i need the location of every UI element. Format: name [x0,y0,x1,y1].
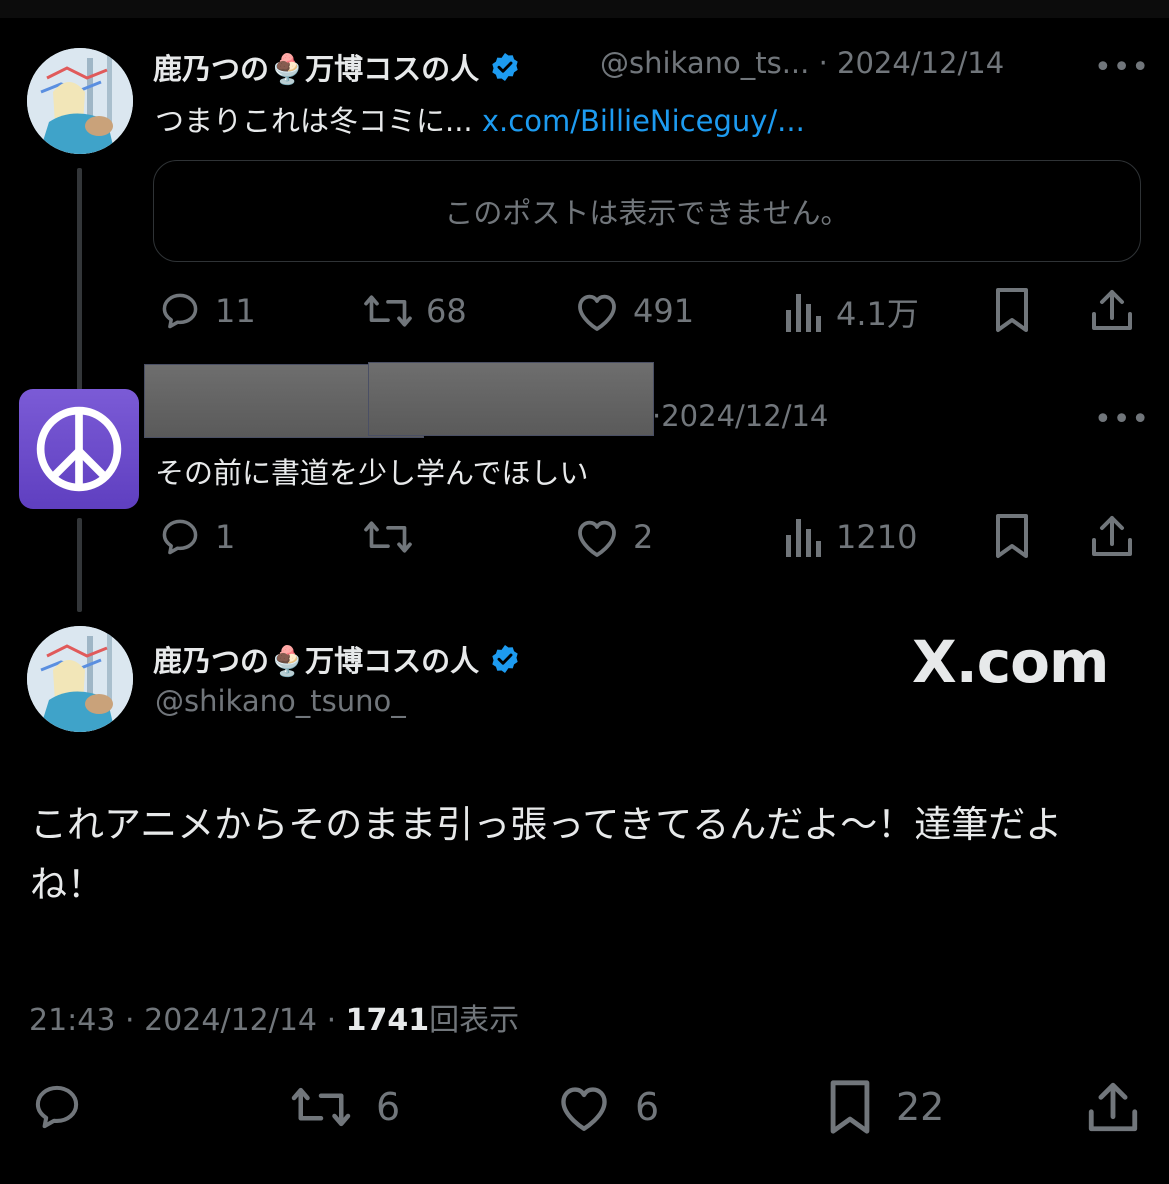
main-tweet-text-line1: これアニメからそのまま引っ張ってきてるんだよ～！達筆だよ [30,803,1063,846]
quote-unavailable-card[interactable]: このポストは表示できません。 [153,160,1141,262]
main-reply-button[interactable] [28,1080,86,1134]
reply-icon [162,293,198,329]
share-icon [1088,1082,1138,1132]
tweet1-like-button[interactable]: 491 [573,289,694,333]
tweet2-separator: · [652,399,662,433]
tweet1-retweet-count: 68 [426,292,467,330]
tweet1-display-name-text: 鹿乃つの🍨万博コスの人 [153,52,480,86]
peace-symbol-icon [36,406,122,492]
tweet1-views-count: 4.1万 [836,295,919,333]
tweet1-text: つまりこれは冬コミに... x.com/BillieNiceguy/... [155,98,805,140]
tweet1-like-count: 491 [633,292,695,330]
tweet2-more-button[interactable]: ••• [1094,402,1150,437]
main-like-count: 6 [635,1085,660,1129]
like-icon [561,1087,607,1131]
main-tweet-sep1: · [125,1003,135,1038]
tweet1-reply-button[interactable]: 11 [157,289,256,333]
tweet2-share-button[interactable] [1089,512,1135,564]
main-tweet-text: これアニメからそのまま引っ張ってきてるんだよ～！達筆だよ ね！ [30,795,1150,915]
main-tweet-views-count: 1741 [345,1003,430,1038]
redacted-handle [368,362,654,436]
thread-line-lower [77,518,82,612]
retweet-icon [364,295,412,327]
main-like-button[interactable]: 6 [555,1080,659,1134]
tweet2-bookmark-button[interactable] [993,512,1031,564]
tweet2-date[interactable]: 2024/12/14 [661,399,828,433]
main-retweet-count: 6 [376,1085,401,1129]
retweet-icon [291,1087,351,1127]
main-bookmark-count: 22 [896,1085,945,1129]
tweet1-display-name[interactable]: 鹿乃つの🍨万博コスの人 [153,46,521,88]
main-display-name[interactable]: 鹿乃つの🍨万博コスの人 [153,638,521,680]
tweet2-meta: ·2024/12/14 [652,399,828,433]
tweet1-more-button[interactable]: ••• [1094,50,1150,85]
retweet-icon [364,521,412,553]
tweet2-like-button[interactable]: 2 [573,515,653,559]
tweet1-retweet-button[interactable]: 68 [362,289,467,333]
avatar[interactable] [27,626,133,732]
share-icon [1092,290,1132,330]
avatar[interactable] [27,48,133,154]
bookmark-icon [996,288,1028,332]
tweet1-separator: · [818,46,828,80]
main-tweet-date[interactable]: 2024/12/14 [144,1003,317,1038]
tweet2-reply-count: 1 [215,518,236,556]
main-display-name-text: 鹿乃つの🍨万博コスの人 [153,644,480,678]
like-icon [578,294,616,331]
main-tweet-time[interactable]: 21:43 [29,1003,115,1038]
tweet2-retweet-button[interactable] [362,515,426,559]
main-tweet-sep2: · [326,1003,337,1038]
xcom-watermark: X.com [912,628,1109,696]
tweet2-reply-button[interactable]: 1 [157,515,235,559]
views-icon [786,519,821,557]
tweet1-bookmark-button[interactable] [993,286,1031,338]
main-tweet-meta: 21:43 · 2024/12/14 · 1741回表示 [29,995,519,1039]
bookmark-icon [830,1080,870,1134]
tweet2-text: その前に書道を少し学んでほしい [155,456,589,490]
avatar[interactable] [19,389,139,509]
views-icon [786,294,821,332]
reply-icon [35,1085,79,1129]
tweet1-meta: @shikano_ts... · 2024/12/14 [600,46,1004,80]
verified-badge-icon [492,645,518,673]
tweet1-link[interactable]: x.com/BillieNiceguy/... [482,104,805,138]
avatar-image [27,626,133,732]
tweet2-views-button[interactable]: 1210 [784,515,917,559]
tweet1-text-body: つまりこれは冬コミに... [155,104,473,138]
top-strip [0,0,1169,18]
tweet1-handle[interactable]: @shikano_ts... [600,46,809,80]
bookmark-icon [996,514,1028,558]
tweet1-date[interactable]: 2024/12/14 [837,46,1004,80]
tweet2-views-count: 1210 [836,518,918,556]
reply-icon [162,519,198,555]
main-retweet-button[interactable]: 6 [288,1080,400,1134]
main-tweet-views-label: 回表示 [429,1003,520,1038]
tweet2-like-count: 2 [633,518,654,556]
share-icon [1092,516,1132,556]
tweet1-share-button[interactable] [1089,286,1135,338]
tweet1-reply-count: 11 [215,292,256,330]
main-handle[interactable]: @shikano_tsuno_ [155,684,406,718]
verified-badge-icon [492,53,518,81]
main-share-button[interactable] [1085,1078,1141,1136]
like-icon [578,520,616,557]
main-tweet-text-line2: ね！ [30,863,104,906]
tweet1-views-button[interactable]: 4.1万 [784,289,919,335]
avatar-image [27,48,133,154]
thread-line-upper [77,168,82,390]
quote-unavailable-text: このポストは表示できません。 [444,196,850,230]
main-bookmark-button[interactable]: 22 [826,1078,944,1136]
